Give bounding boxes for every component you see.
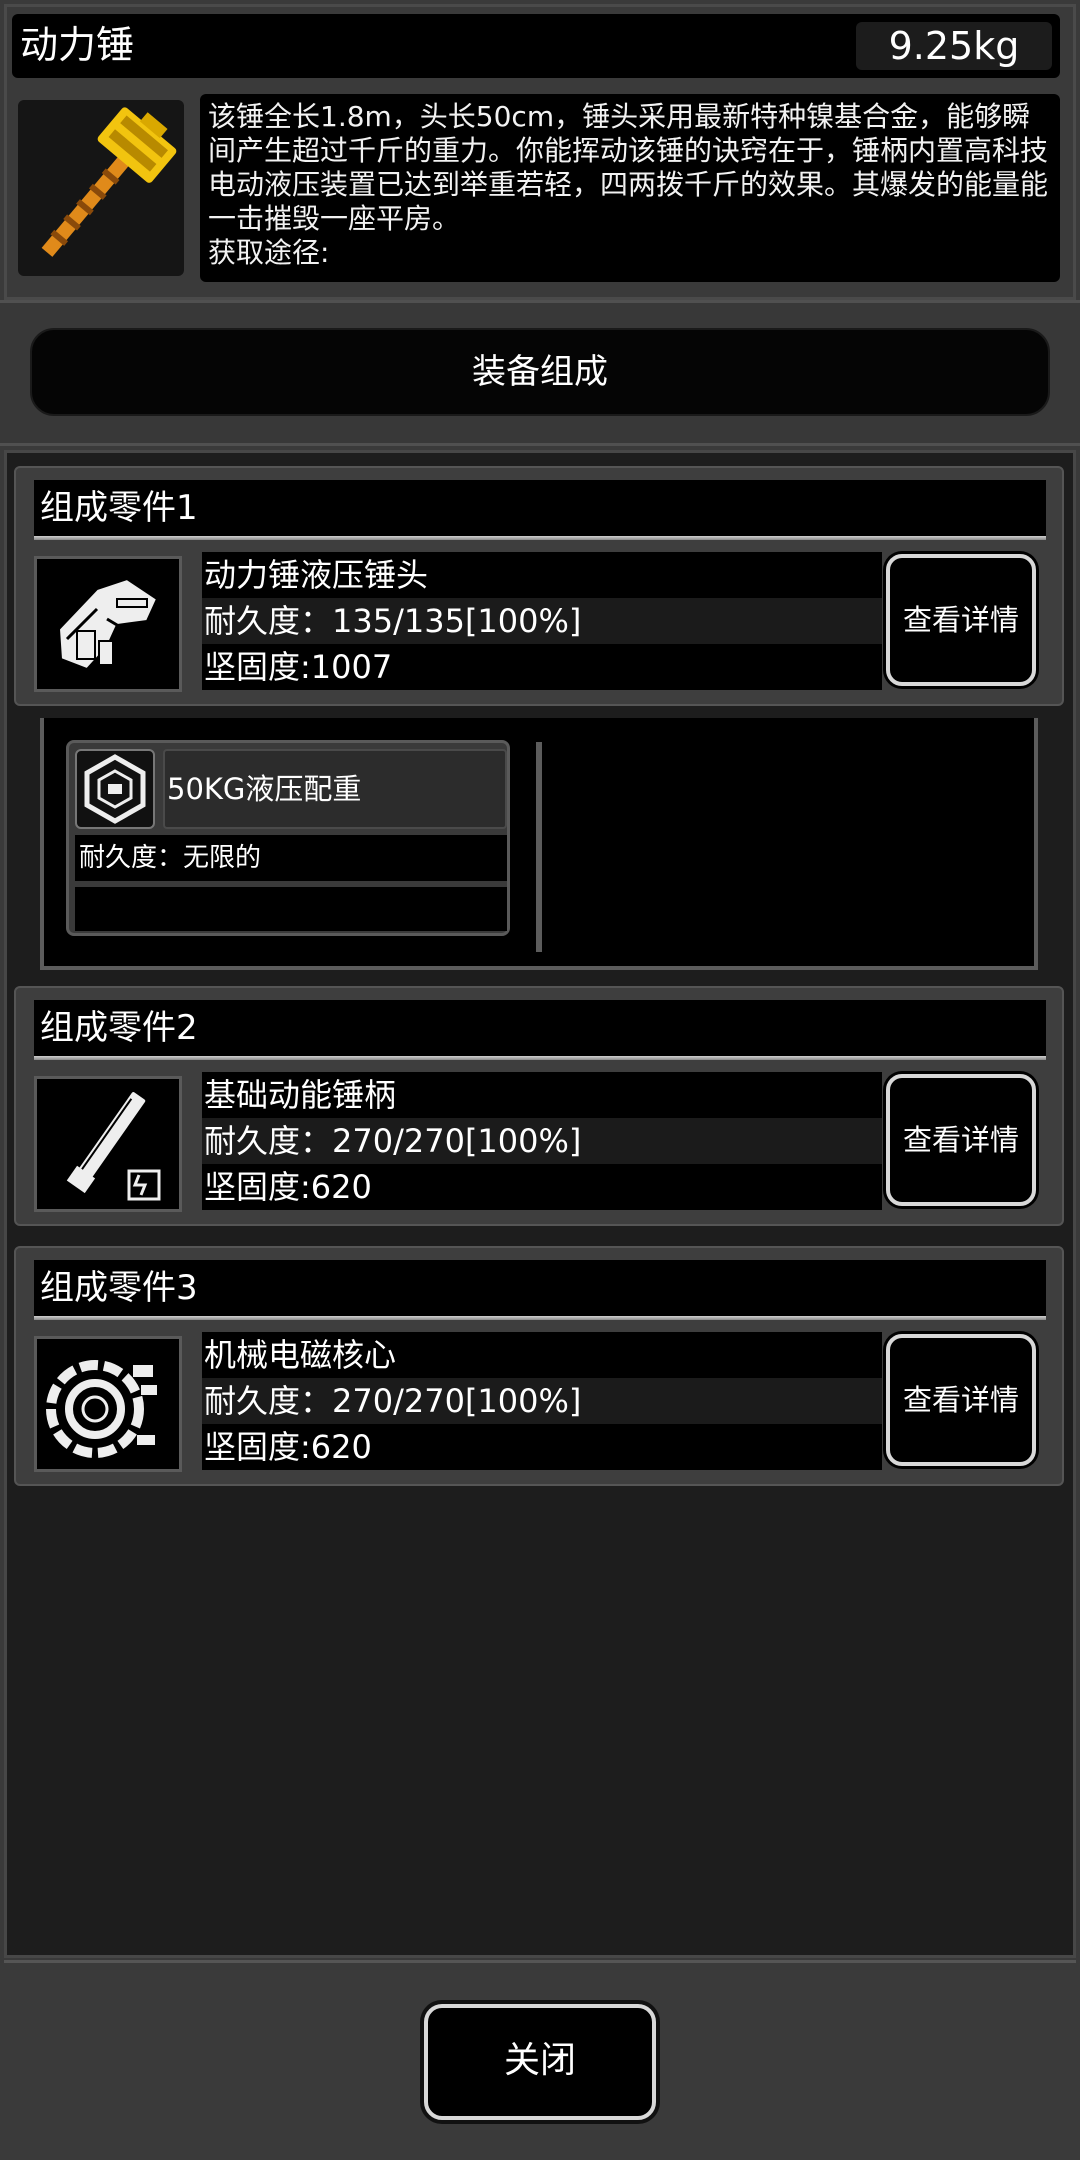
part-name: 机械电磁核心 [202, 1332, 882, 1378]
part-title-bar: 组成零件3 [34, 1260, 1046, 1320]
part-durability: 耐久度：270/270[100%] [202, 1378, 882, 1424]
part-hardness: 坚固度:1007 [202, 644, 882, 690]
hammer-head-icon [34, 556, 182, 692]
equipment-composition-button[interactable]: 装备组成 [30, 328, 1050, 416]
part-card-3: 组成零件3 机械电磁核心 耐久度：270/270[100%] 坚固度:620 查… [14, 1246, 1064, 1486]
part-name: 基础动能锤柄 [202, 1072, 882, 1118]
item-source-label: 获取途径: [208, 236, 330, 269]
power-hammer-icon [18, 100, 184, 276]
part-hardness: 坚固度:620 [202, 1424, 882, 1470]
item-description: 该锤全长1.8m，头长50cm，锤头采用最新特种镍基合金，能够瞬间产生超过千斤的… [200, 94, 1060, 282]
part-title-bar: 组成零件1 [34, 480, 1046, 540]
view-details-button[interactable]: 查看详情 [886, 1334, 1036, 1466]
item-title-bar: 动力锤 9.25kg [12, 14, 1060, 78]
counterweight-icon [75, 749, 155, 829]
part-durability: 耐久度：270/270[100%] [202, 1118, 882, 1164]
sub-parts-scrollbar[interactable] [536, 742, 542, 952]
close-button[interactable]: 关闭 [424, 2004, 656, 2120]
sub-part-name: 50KG液压配重 [163, 749, 507, 829]
sub-part-empty-row [75, 887, 507, 931]
part-title-bar: 组成零件2 [34, 1000, 1046, 1060]
part-durability: 耐久度：135/135[100%] [202, 598, 882, 644]
part-hardness: 坚固度:620 [202, 1164, 882, 1210]
view-details-button[interactable]: 查看详情 [886, 554, 1036, 686]
item-weight: 9.25kg [856, 22, 1052, 70]
part-stats: 机械电磁核心 耐久度：270/270[100%] 坚固度:620 [202, 1332, 882, 1470]
hammer-handle-icon [34, 1076, 182, 1212]
sub-part-card[interactable]: 50KG液压配重 耐久度：无限的 [66, 740, 510, 936]
part-title: 组成零件1 [40, 488, 198, 528]
part-name: 动力锤液压锤头 [202, 552, 882, 598]
part-card-1: 组成零件1 动力锤液压锤头 耐久度：135/135[100%] 坚固度:1007… [14, 466, 1064, 706]
part-card-2: 组成零件2 基础动能锤柄 耐久度：270/270[100%] 坚固度:620 查… [14, 986, 1064, 1226]
part-stats: 动力锤液压锤头 耐久度：135/135[100%] 坚固度:1007 [202, 552, 882, 690]
part-stats: 基础动能锤柄 耐久度：270/270[100%] 坚固度:620 [202, 1072, 882, 1210]
electromagnetic-core-icon [34, 1336, 182, 1472]
sub-part-durability: 耐久度：无限的 [75, 835, 507, 881]
view-details-button[interactable]: 查看详情 [886, 1074, 1036, 1206]
item-description-text: 该锤全长1.8m，头长50cm，锤头采用最新特种镍基合金，能够瞬间产生超过千斤的… [208, 100, 1049, 235]
part-title: 组成零件2 [40, 1008, 198, 1048]
item-name: 动力锤 [20, 23, 135, 67]
sub-parts-area: 50KG液压配重 耐久度：无限的 [40, 718, 1038, 970]
part-title: 组成零件3 [40, 1268, 198, 1308]
